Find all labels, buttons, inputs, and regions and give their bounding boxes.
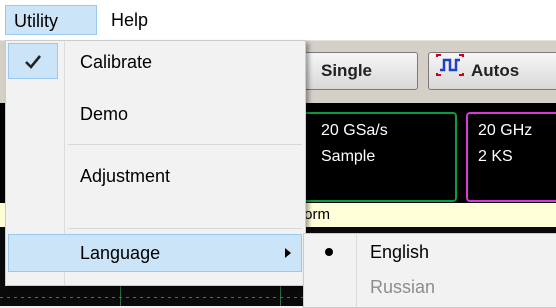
menu-item-label: Adjustment — [80, 166, 171, 186]
menu-item-calibrate[interactable]: Calibrate — [8, 43, 302, 81]
menu-item-label: Russian — [370, 277, 436, 297]
menu-bar: Utility Help — [0, 0, 556, 41]
menu-item-russian[interactable]: Russian — [304, 270, 556, 306]
bandwidth-value: 20 GHz — [478, 122, 533, 139]
memory-depth: 2 KS — [478, 148, 513, 165]
menu-item-label: Language — [80, 243, 161, 263]
autoscale-label: Autos — [471, 61, 520, 80]
menu-item-language[interactable]: Language — [8, 234, 302, 272]
menu-item-label: English — [370, 242, 430, 262]
submenu-arrow-icon — [285, 248, 291, 258]
autoscale-icon — [435, 53, 465, 90]
menu-item-label: Demo — [80, 104, 129, 124]
acquisition-mode: Sample — [321, 148, 376, 165]
checkmark-icon — [8, 43, 58, 79]
single-button[interactable]: Single — [300, 52, 418, 90]
radio-bullet-icon — [325, 248, 333, 256]
sample-rate: 20 GSa/s — [321, 122, 388, 139]
menu-utility[interactable]: Utility — [5, 5, 97, 35]
menu-item-label: Calibrate — [80, 52, 153, 72]
utility-menu: Calibrate Demo Adjustment Language — [5, 40, 306, 286]
sample-rate-panel[interactable]: z 20 GSa/s Sample — [285, 112, 457, 202]
menu-item-demo[interactable]: Demo — [8, 99, 302, 135]
menu-separator — [68, 228, 302, 229]
menu-item-english[interactable]: English — [304, 234, 556, 270]
autoscale-button[interactable]: Autos — [428, 52, 556, 90]
bandwidth-panel[interactable]: 20 GHz 2 KS — [466, 112, 556, 202]
language-submenu: English Russian — [303, 233, 556, 308]
menu-separator — [68, 144, 302, 145]
menu-help[interactable]: Help — [103, 5, 167, 35]
menu-item-adjustment[interactable]: Adjustment — [8, 159, 302, 195]
